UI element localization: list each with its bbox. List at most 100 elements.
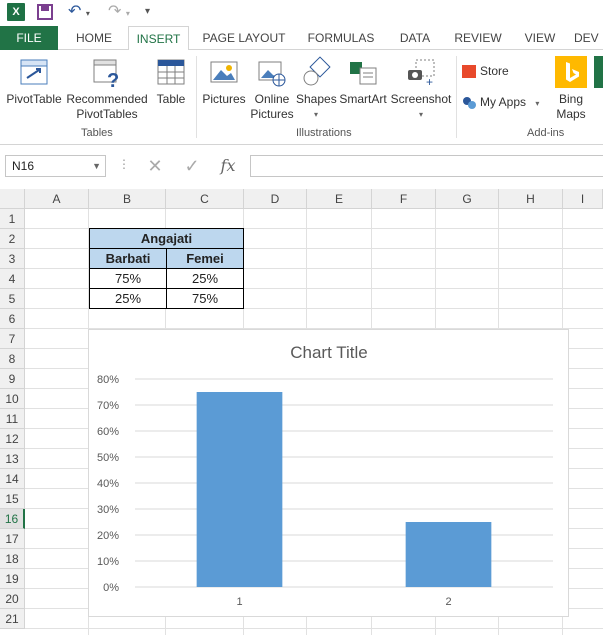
table-label: Table <box>156 92 186 106</box>
formula-input[interactable] <box>250 155 603 177</box>
pivottable-label: PivotTable <box>6 92 62 106</box>
group-separator <box>196 56 197 138</box>
tab-insert[interactable]: INSERT <box>128 26 189 51</box>
tab-formulas[interactable]: FORMULAS <box>302 26 380 50</box>
row-header-10[interactable]: 10 <box>0 389 25 409</box>
chart-bar[interactable] <box>405 522 492 587</box>
chart-title[interactable]: Chart Title <box>290 343 367 362</box>
quick-access-toolbar: X ↶ ▾ ↷ ▾ ▾ <box>0 0 603 24</box>
table-cell[interactable]: 25% <box>89 288 167 309</box>
pictures-label: Pictures <box>202 92 246 106</box>
customize-toolbar-icon[interactable]: ▾ <box>145 3 155 21</box>
column-header-b[interactable]: B <box>89 189 166 209</box>
excel-logo-icon: X <box>7 3 25 21</box>
my-apps-label: My Apps <box>480 95 527 109</box>
recommended-label-1: Recommended <box>66 92 148 106</box>
bing-maps-button[interactable]: Bing Maps <box>552 56 590 122</box>
pivottable-button[interactable]: PivotTable <box>4 56 64 107</box>
row-header-11[interactable]: 11 <box>0 409 25 429</box>
row-header-15[interactable]: 15 <box>0 489 25 509</box>
tab-data[interactable]: DATA <box>391 26 439 50</box>
online-pictures-label-1: Online <box>254 92 290 106</box>
table-cell[interactable]: 25% <box>166 268 244 289</box>
column-header-i[interactable]: I <box>563 189 603 209</box>
tab-page-layout[interactable]: PAGE LAYOUT <box>196 26 292 50</box>
enter-icon[interactable]: ✓ <box>178 154 206 178</box>
row-header-6[interactable]: 6 <box>0 309 25 329</box>
row-header-18[interactable]: 18 <box>0 549 25 569</box>
cancel-icon[interactable]: ✕ <box>141 154 169 178</box>
tab-view[interactable]: VIEW <box>517 26 563 50</box>
bar-chart[interactable]: Chart Title 0% 10% 20% 30% 40% 50% 60% 70% 80% 1 2 <box>88 329 569 617</box>
table-header-femei[interactable]: Femei <box>166 248 244 269</box>
name-box-dropdown-icon[interactable]: ▼ <box>92 156 101 176</box>
x-tick-label: 2 <box>445 596 451 608</box>
store-button[interactable]: Store <box>462 64 542 79</box>
table-header-barbati[interactable]: Barbati <box>89 248 167 269</box>
column-header-c[interactable]: C <box>166 189 244 209</box>
column-header-a[interactable]: A <box>25 189 89 209</box>
row-header-8[interactable]: 8 <box>0 349 25 369</box>
tab-file[interactable]: FILE <box>0 26 58 50</box>
row-header-17[interactable]: 17 <box>0 529 25 549</box>
chart-bar[interactable] <box>196 392 283 587</box>
row-header-4[interactable]: 4 <box>0 269 25 289</box>
store-label: Store <box>480 64 509 78</box>
table-cell[interactable]: 75% <box>166 288 244 309</box>
people-graph-button[interactable] <box>594 56 603 92</box>
smartart-button[interactable]: SmartArt <box>338 56 388 107</box>
row-gridline <box>25 628 603 629</box>
row-header-21[interactable]: 21 <box>0 609 25 629</box>
column-header-f[interactable]: F <box>372 189 436 209</box>
row-header-9[interactable]: 9 <box>0 369 25 389</box>
save-icon[interactable] <box>37 4 53 20</box>
online-pictures-button[interactable]: Online Pictures <box>250 56 294 122</box>
my-apps-dropdown-icon: ▾ <box>535 99 540 108</box>
name-box[interactable]: N16 ▼ <box>5 155 106 177</box>
group-label-addins: Add-ins <box>527 127 565 139</box>
ribbon: PivotTable ? Recommended PivotTables Tab… <box>0 50 603 145</box>
smartart-icon <box>348 56 378 88</box>
row-header-20[interactable]: 20 <box>0 589 25 609</box>
y-tick-label: 0% <box>103 582 119 594</box>
my-apps-button[interactable]: My Apps ▾ <box>462 95 550 111</box>
tab-home[interactable]: HOME <box>66 26 122 50</box>
row-header-7[interactable]: 7 <box>0 329 25 349</box>
pictures-button[interactable]: Pictures <box>200 56 248 107</box>
row-header-5[interactable]: 5 <box>0 289 25 309</box>
screenshot-button[interactable]: + Screenshot ▾ <box>390 56 452 122</box>
undo-icon[interactable]: ↶ ▾ <box>68 3 98 21</box>
table-cell[interactable]: 75% <box>89 268 167 289</box>
group-separator <box>456 56 457 138</box>
column-header-h[interactable]: H <box>499 189 563 209</box>
row-header-1[interactable]: 1 <box>0 209 25 229</box>
row-header-2[interactable]: 2 <box>0 229 25 249</box>
column-header-g[interactable]: G <box>436 189 499 209</box>
column-header-e[interactable]: E <box>307 189 372 209</box>
row-header-12[interactable]: 12 <box>0 429 25 449</box>
row-header-14[interactable]: 14 <box>0 469 25 489</box>
formula-bar: N16 ▼ ⋮ ✕ ✓ fx <box>0 151 603 181</box>
screenshot-dropdown-icon: ▾ <box>418 110 423 119</box>
tab-review[interactable]: REVIEW <box>449 26 507 50</box>
redo-icon[interactable]: ↷ ▾ <box>108 3 138 21</box>
column-header-d[interactable]: D <box>244 189 307 209</box>
y-tick-label: 10% <box>97 556 119 568</box>
insert-function-button[interactable]: fx <box>214 154 242 178</box>
bing-maps-label-2: Maps <box>556 107 586 121</box>
recommended-pivottables-button[interactable]: ? Recommended PivotTables <box>66 56 148 122</box>
tab-developer[interactable]: DEV <box>574 26 603 50</box>
shapes-button[interactable]: Shapes ▾ <box>296 56 337 122</box>
shapes-icon <box>301 56 331 88</box>
row-header-13[interactable]: 13 <box>0 449 25 469</box>
row-header-3[interactable]: 3 <box>0 249 25 269</box>
table-button[interactable]: Table <box>152 56 190 107</box>
table-title[interactable]: Angajati <box>89 228 244 249</box>
y-tick-label: 50% <box>97 452 119 464</box>
row-header-16[interactable]: 16 <box>0 509 25 529</box>
online-pictures-icon <box>257 56 287 88</box>
row-header-19[interactable]: 19 <box>0 569 25 589</box>
bing-maps-label-1: Bing <box>558 92 584 106</box>
group-label-tables: Tables <box>81 127 113 139</box>
select-all-corner[interactable] <box>0 189 25 209</box>
